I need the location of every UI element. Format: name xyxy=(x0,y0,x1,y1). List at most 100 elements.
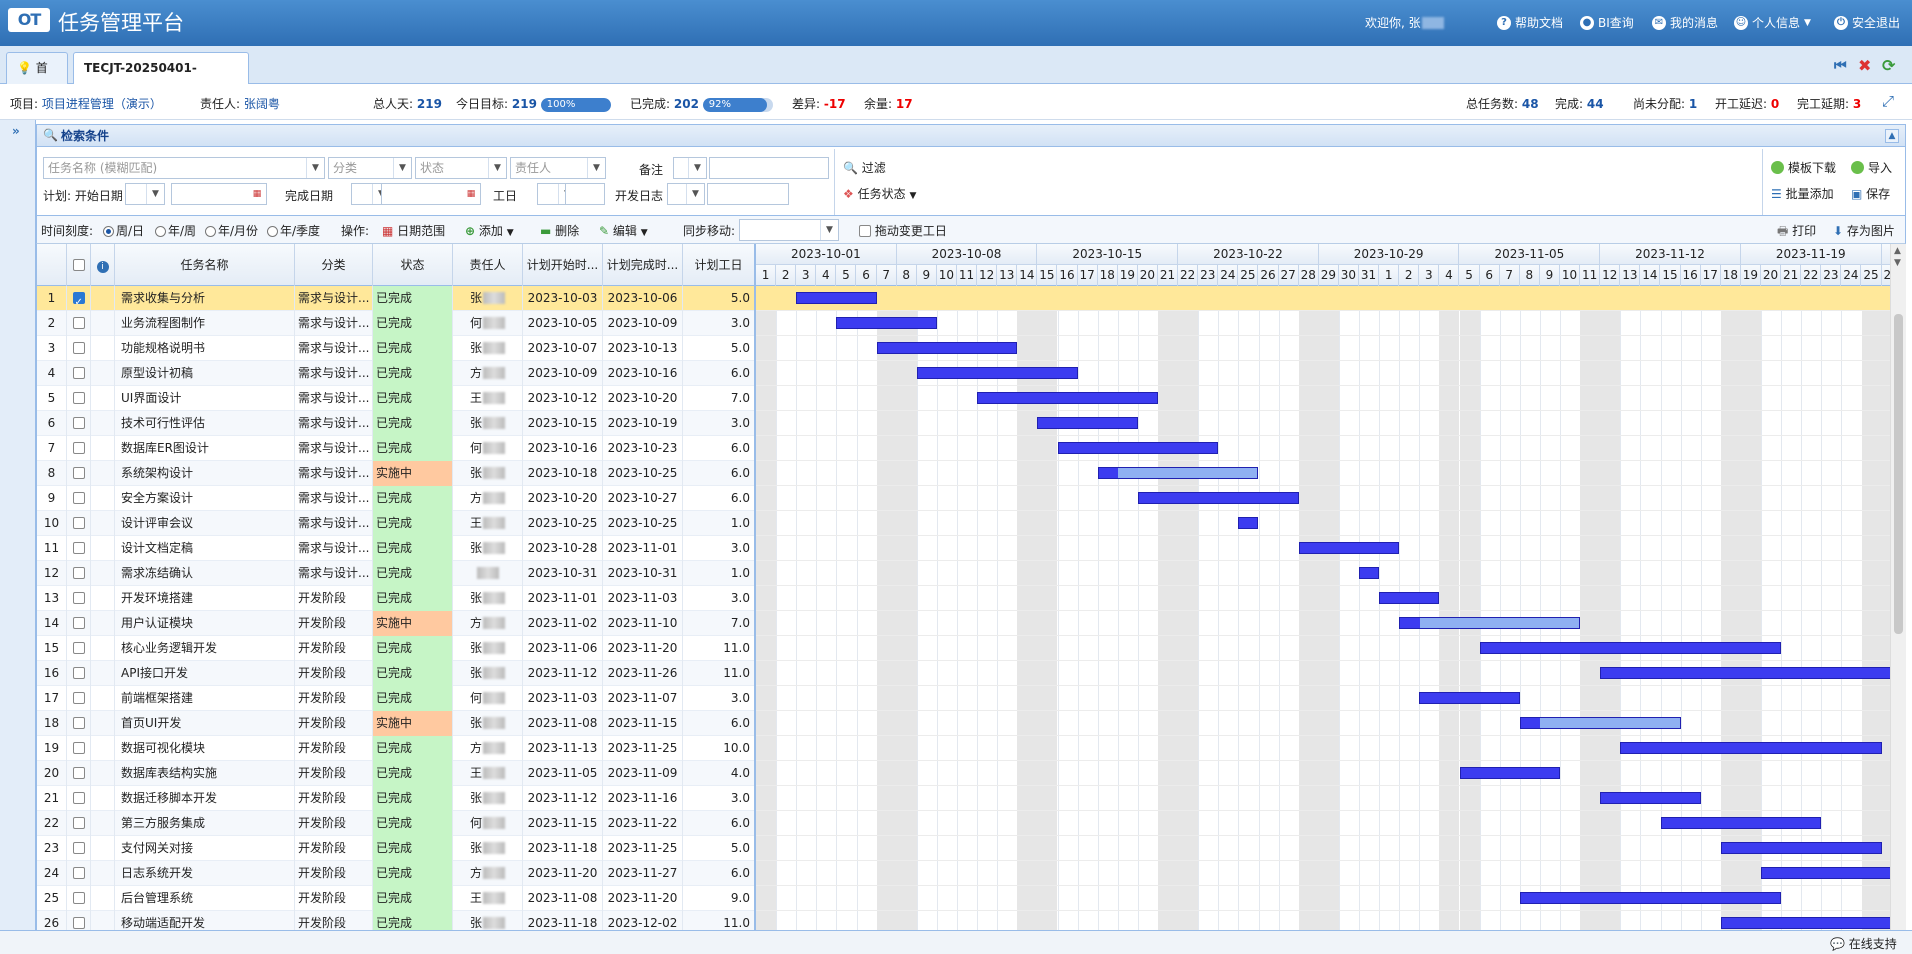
gantt-task-bar[interactable] xyxy=(1137,492,1299,504)
collapse-panel-button[interactable]: ▲ xyxy=(1885,129,1899,143)
cell-task-name[interactable]: 数据库表结构实施 xyxy=(115,761,295,786)
category-select[interactable]: 分类 ▼ xyxy=(328,157,412,179)
cell-check[interactable] xyxy=(67,711,91,736)
gantt-task-bar[interactable] xyxy=(1519,892,1782,904)
table-row[interactable]: 3 功能规格说明书 需求与设计... 已完成张 2023-10-07 2023-10-13… xyxy=(37,336,754,361)
workday-input[interactable] xyxy=(565,183,605,205)
col-task-name[interactable]: 任务名称 xyxy=(115,244,295,286)
table-row[interactable]: 8 系统架构设计 需求与设计... 实施中张 2023-10-18 2023-10-25 6… xyxy=(37,461,754,486)
table-row[interactable]: 6 技术可行性评估 需求与设计... 已完成张 2023-10-15 2023-10-19… xyxy=(37,411,754,436)
gantt-task-bar[interactable] xyxy=(977,392,1158,404)
gantt-task-bar[interactable] xyxy=(1419,692,1520,704)
cell-task-name[interactable]: 业务流程图制作 xyxy=(115,311,295,336)
table-row[interactable]: 18 首页UI开发 开发阶段 实施中张 2023-11-08 2023-11-15 6.0 xyxy=(37,711,754,736)
gantt-task-bar[interactable] xyxy=(1720,842,1882,854)
gantt-task-bar[interactable] xyxy=(1761,867,1890,879)
scale-year-quarter[interactable]: 年/季度 xyxy=(267,222,320,239)
cell-task-name[interactable]: 需求收集与分析 xyxy=(115,286,295,311)
gantt-task-bar[interactable] xyxy=(1660,817,1822,829)
scale-year-month[interactable]: 年/月份 xyxy=(205,222,258,239)
col-owner[interactable]: 责任人 xyxy=(453,244,523,286)
gantt-task-bar[interactable] xyxy=(1479,642,1782,654)
cell-check[interactable] xyxy=(67,411,91,436)
first-page-icon[interactable]: ⏮ xyxy=(1834,58,1847,74)
drag-change-workday-checkbox[interactable]: 拖动变更工日 xyxy=(859,222,947,239)
nav-user[interactable]: ☺ 个人信息 ▼ xyxy=(1734,14,1811,31)
gantt-task-bar[interactable] xyxy=(1620,742,1882,754)
table-row[interactable]: 9 安全方案设计 需求与设计... 已完成方 2023-10-20 2023-10-27 6… xyxy=(37,486,754,511)
cell-check[interactable] xyxy=(67,811,91,836)
table-row[interactable]: 15 核心业务逻辑开发 开发阶段 已完成张 2023-11-06 2023-11-20 11… xyxy=(37,636,754,661)
table-row[interactable]: 1 需求收集与分析需求与设计...已完成张2023-10-032023-10-06… xyxy=(37,286,754,311)
gantt-task-bar[interactable] xyxy=(1519,717,1681,729)
cell-check[interactable] xyxy=(67,661,91,686)
gantt-task-bar[interactable] xyxy=(1459,767,1560,779)
scale-week-day[interactable]: 周/日 xyxy=(103,222,144,239)
cell-check[interactable] xyxy=(67,836,91,861)
nav-bi[interactable]: ● BI查询 xyxy=(1580,14,1634,31)
cell-check[interactable] xyxy=(67,861,91,886)
template-download-button[interactable]: 模板下载 xyxy=(1771,159,1836,176)
nav-help[interactable]: ? 帮助文档 xyxy=(1497,14,1563,31)
cell-task-name[interactable]: 功能规格说明书 xyxy=(115,336,295,361)
devlog-input[interactable] xyxy=(707,183,789,205)
gantt-task-bar[interactable] xyxy=(1600,792,1701,804)
cell-task-name[interactable]: 支付网关对接 xyxy=(115,836,295,861)
fullscreen-icon[interactable]: ⤢ xyxy=(1882,92,1894,110)
col-plan-end[interactable]: 计划完成时... xyxy=(603,244,683,286)
add-button[interactable]: ⊕ 添加 ▼ xyxy=(465,222,514,239)
col-status[interactable]: 状态 xyxy=(373,244,453,286)
cell-task-name[interactable]: 首页UI开发 xyxy=(115,711,295,736)
col-plan-start[interactable]: 计划开始时... xyxy=(523,244,603,286)
table-row[interactable]: 22 第三方服务集成 开发阶段 已完成何 2023-11-15 2023-11-22 6.0 xyxy=(37,811,754,836)
table-row[interactable]: 23 支付网关对接 开发阶段 已完成张 2023-11-18 2023-11-25 5.0 xyxy=(37,836,754,861)
cell-check[interactable] xyxy=(67,511,91,536)
cell-check[interactable] xyxy=(67,561,91,586)
expand-icon[interactable]: » xyxy=(12,124,20,138)
table-row[interactable]: 5 UI界面设计 需求与设计... 已完成王 2023-10-12 2023-10-20 7… xyxy=(37,386,754,411)
edit-button[interactable]: ✎ 编辑 ▼ xyxy=(599,222,648,239)
cell-check[interactable] xyxy=(67,761,91,786)
table-row[interactable]: 26 移动端适配开发 开发阶段 已完成张 2023-11-18 2023-12-02 11.… xyxy=(37,911,754,930)
import-button[interactable]: 导入 xyxy=(1851,159,1892,176)
cell-check[interactable] xyxy=(67,536,91,561)
cell-check[interactable] xyxy=(67,736,91,761)
save-image-button[interactable]: ⬇ 存为图片 xyxy=(1833,222,1895,239)
cell-task-name[interactable]: 前端框架搭建 xyxy=(115,686,295,711)
table-row[interactable]: 13 开发环境搭建 开发阶段 已完成张 2023-11-01 2023-11-03 3.0 xyxy=(37,586,754,611)
cell-task-name[interactable]: 技术可行性评估 xyxy=(115,411,295,436)
save-button[interactable]: ▣ 保存 xyxy=(1851,185,1890,202)
task-name-input[interactable]: 任务名称 (模糊匹配) ▼ xyxy=(43,157,325,179)
table-row[interactable]: 17 前端框架搭建 开发阶段 已完成何 2023-11-03 2023-11-07 3.0 xyxy=(37,686,754,711)
sync-move-select[interactable]: ▼ xyxy=(739,219,839,241)
online-support-button[interactable]: 💬 在线支持 xyxy=(1830,935,1897,952)
table-row[interactable]: 4 原型设计初稿 需求与设计... 已完成方 2023-10-09 2023-10-16 6… xyxy=(37,361,754,386)
gantt-task-bar[interactable] xyxy=(836,317,937,329)
start-op-select[interactable]: ▼ xyxy=(125,183,165,205)
task-status-button[interactable]: ❖ 任务状态 ▼ xyxy=(843,185,916,202)
table-row[interactable]: 19 数据可视化模块 开发阶段 已完成方 2023-11-13 2023-11-25 10.… xyxy=(37,736,754,761)
cell-check[interactable] xyxy=(67,586,91,611)
cell-task-name[interactable]: 需求冻结确认 xyxy=(115,561,295,586)
cell-task-name[interactable]: 后台管理系统 xyxy=(115,886,295,911)
cell-check[interactable] xyxy=(67,436,91,461)
table-row[interactable]: 14 用户认证模块 开发阶段 实施中方 2023-11-02 2023-11-10 7.0 xyxy=(37,611,754,636)
cell-task-name[interactable]: 数据可视化模块 xyxy=(115,736,295,761)
scroll-down-icon[interactable]: ▼ xyxy=(1894,258,1901,268)
owner-select[interactable]: 责任人 ▼ xyxy=(510,157,606,179)
gantt-task-bar[interactable] xyxy=(1379,592,1440,604)
remark-input[interactable] xyxy=(709,157,829,179)
cell-check[interactable] xyxy=(67,611,91,636)
gantt-task-bar[interactable] xyxy=(876,342,1018,354)
refresh-icon[interactable]: ⟳ xyxy=(1882,56,1895,75)
filter-button[interactable]: 🔍 过滤 xyxy=(843,159,886,176)
scroll-up-icon[interactable]: ▲ xyxy=(1894,246,1901,256)
col-plan-days[interactable]: 计划工日 xyxy=(683,244,754,286)
gantt-task-bar[interactable] xyxy=(1720,917,1890,929)
table-row[interactable]: 16 API接口开发 开发阶段 已完成张 2023-11-12 2023-11-26 11.… xyxy=(37,661,754,686)
scale-year-week[interactable]: 年/周 xyxy=(155,222,196,239)
status-select[interactable]: 状态 ▼ xyxy=(415,157,507,179)
cell-task-name[interactable]: 用户认证模块 xyxy=(115,611,295,636)
gantt-task-bar[interactable] xyxy=(1057,442,1219,454)
tab-home[interactable]: 💡 首页 xyxy=(6,52,68,105)
